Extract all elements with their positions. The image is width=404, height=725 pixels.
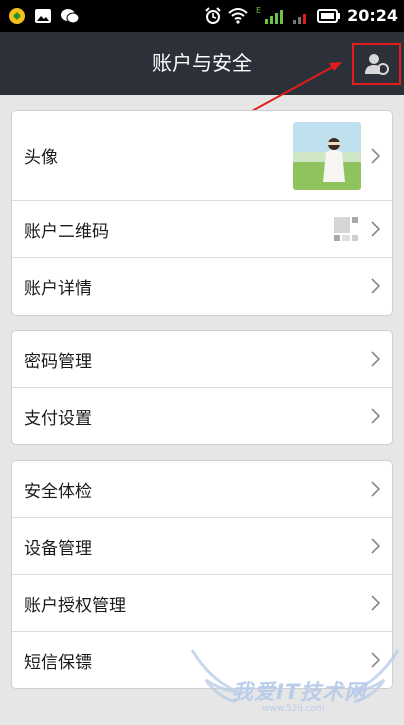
row-label: 账户授权管理 [24,595,126,616]
row-label: 账户详情 [24,279,92,299]
security-check-row[interactable]: 安全体检 [12,461,392,518]
qr-code-row[interactable]: 账户二维码 [12,201,392,258]
chevron-right-icon [371,221,380,237]
avatar [293,122,361,190]
status-bar: E 20:24 [0,0,404,32]
signal-icon [265,10,284,24]
avatar-row[interactable]: 头像 [12,111,392,201]
row-label: 短信保镖 [24,652,92,673]
page-title: 账户与安全 [152,51,252,75]
watermark-text: 我爱IT技术网 [232,680,367,704]
account-switch-icon [364,54,389,75]
watermark-url: www.52ij.com [262,704,325,714]
signal-icon-2 [293,14,307,24]
chevron-right-icon [371,595,380,611]
device-management-row[interactable]: 设备管理 [12,518,392,575]
row-label: 安全体检 [24,481,92,502]
chevron-right-icon [371,351,380,367]
image-icon [35,9,51,23]
settings-group-payment: 密码管理 支付设置 [11,330,393,445]
account-switch-button[interactable] [352,43,401,85]
signal-label: E [256,5,262,15]
battery-icon [317,9,341,23]
chevron-right-icon [371,278,380,294]
account-authorization-row[interactable]: 账户授权管理 [12,575,392,632]
qr-code-icon [334,217,358,241]
wifi-icon [228,8,248,24]
account-details-row[interactable]: 账户详情 [12,258,392,315]
row-label: 支付设置 [24,408,92,429]
chevron-right-icon [371,148,380,164]
chevron-right-icon [371,408,380,424]
chevron-right-icon [371,481,380,497]
row-label: 设备管理 [24,538,92,559]
password-management-row[interactable]: 密码管理 [12,331,392,388]
alarm-icon [205,7,221,24]
settings-group-profile: 头像 账户二维码 账户详情 [11,110,393,316]
notification-app-icon [9,8,25,24]
row-label: 账户二维码 [24,221,109,242]
chevron-right-icon [371,538,380,554]
row-label: 密码管理 [24,351,92,372]
wechat-icon [61,9,80,24]
title-bar: 账户与安全 [0,32,404,95]
status-time: 20:24 [347,6,398,25]
payment-settings-row[interactable]: 支付设置 [12,388,392,444]
row-label: 头像 [24,148,58,168]
